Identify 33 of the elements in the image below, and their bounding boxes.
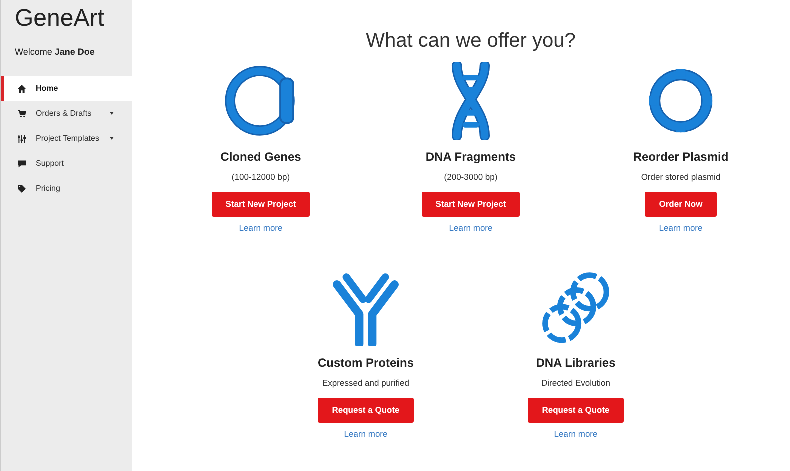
sliders-icon xyxy=(18,134,26,143)
logo-text: GeneArt xyxy=(14,4,106,32)
learn-more-link[interactable]: Learn more xyxy=(344,428,388,440)
sidebar-item[interactable]: Project Templates xyxy=(1,126,132,152)
offer-subtitle: Directed Evolution xyxy=(542,377,610,390)
offer-title: Cloned Genes xyxy=(220,149,302,166)
sidebar-item[interactable]: Orders & Drafts xyxy=(1,101,132,126)
offer-title: DNA Fragments xyxy=(426,149,516,166)
welcome-text: Welcome Jane Doe xyxy=(14,46,96,60)
tag-icon xyxy=(18,184,26,193)
chat-icon xyxy=(18,160,26,168)
cart-icon xyxy=(18,110,26,118)
action-button[interactable]: Order Now xyxy=(645,192,717,216)
action-button[interactable]: Start New Project xyxy=(212,192,310,216)
learn-more-link[interactable]: Learn more xyxy=(239,222,283,234)
offer-subtitle: Order stored plasmid xyxy=(641,171,721,184)
offer-title: Reorder Plasmid xyxy=(633,149,729,166)
action-button[interactable]: Request a Quote xyxy=(318,398,414,423)
home-icon xyxy=(18,84,26,93)
offer-title: DNA Libraries xyxy=(536,355,616,372)
learn-more-link[interactable]: Learn more xyxy=(449,222,493,234)
sidebar-item[interactable]: Support xyxy=(1,151,132,176)
action-button[interactable]: Request a Quote xyxy=(528,398,624,423)
offer-subtitle: (200-3000 bp) xyxy=(444,171,498,184)
action-button[interactable]: Start New Project xyxy=(422,192,520,216)
learn-more-link[interactable]: Learn more xyxy=(659,222,703,234)
sidebar-item[interactable]: Pricing xyxy=(1,176,132,202)
sidebar-item[interactable]: Home xyxy=(1,76,132,102)
page-heading: What can we offer you? xyxy=(365,29,577,54)
offer-title: Custom Proteins xyxy=(318,355,414,372)
learn-more-link[interactable]: Learn more xyxy=(554,428,598,440)
offer-subtitle: (100-12000 bp) xyxy=(232,171,290,184)
offer-subtitle: Expressed and purified xyxy=(322,377,410,390)
